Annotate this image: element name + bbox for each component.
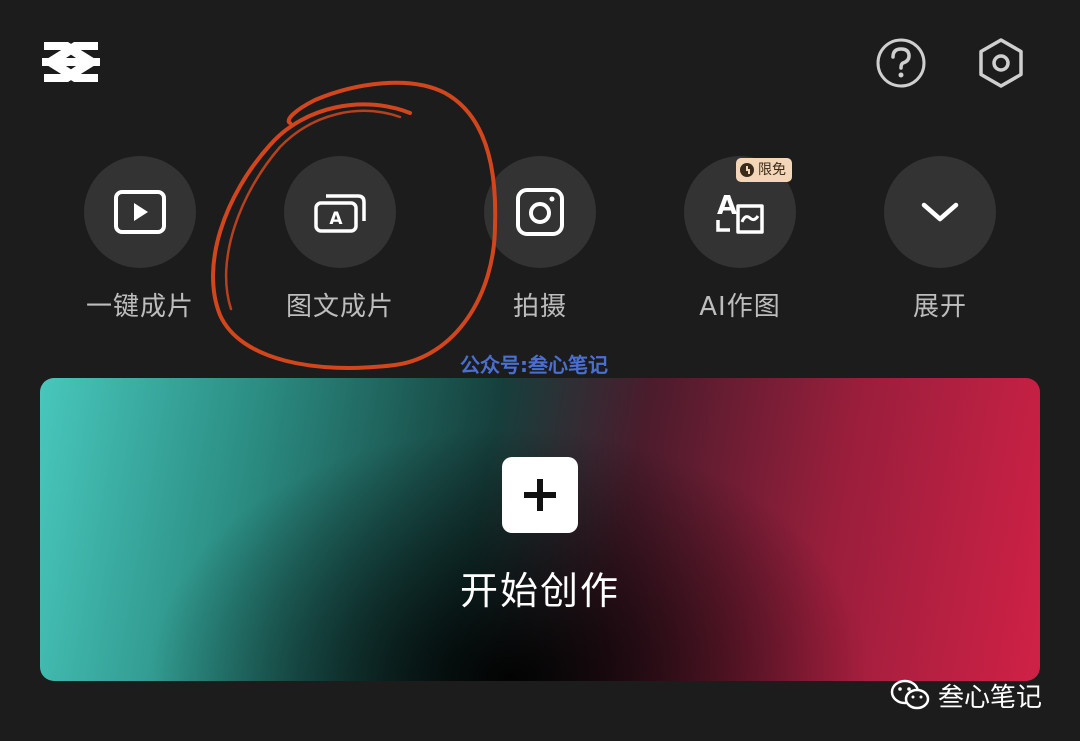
tool-expand-button[interactable]: [884, 156, 996, 268]
start-create-label: 开始创作: [459, 569, 620, 613]
clock-icon: [740, 163, 754, 177]
layered-image-text-icon: A: [314, 194, 366, 233]
chevron-down-icon: [921, 202, 959, 222]
svg-text:A: A: [329, 209, 343, 229]
camera-icon: [516, 188, 564, 236]
tool-label: 展开: [912, 292, 967, 322]
question-circle-icon[interactable]: [875, 37, 927, 89]
tool-shoot[interactable]: 拍摄: [440, 156, 640, 323]
tool-image-text-button[interactable]: A: [284, 156, 396, 268]
tool-label: 图文成片: [285, 292, 394, 322]
ai-translate-image-icon: A: [716, 191, 764, 234]
tool-label: 拍摄: [512, 292, 567, 322]
plus-icon: [524, 479, 556, 511]
tool-label: 一键成片: [85, 292, 194, 322]
hexagon-settings-icon[interactable]: [975, 37, 1027, 89]
free-badge: 限免: [736, 158, 792, 182]
footer-watermark-text: 叁心笔记: [938, 682, 1043, 713]
wechat-icon: [890, 679, 930, 710]
tool-row: 一键成片 A 图文成片 拍摄 A AI作图 展开: [0, 156, 1080, 326]
tool-expand[interactable]: 展开: [840, 156, 1040, 323]
tool-label: AI作图: [699, 292, 781, 322]
start-create-card[interactable]: 开始创作: [40, 378, 1040, 681]
tool-shoot-button[interactable]: [484, 156, 596, 268]
tool-one-click-button[interactable]: [84, 156, 196, 268]
tool-image-text[interactable]: A 图文成片: [240, 156, 440, 323]
tool-one-click[interactable]: 一键成片: [40, 156, 240, 323]
footer-watermark: 叁心笔记: [890, 675, 1042, 715]
free-badge-label: 限免: [758, 162, 786, 178]
play-square-icon: [114, 190, 166, 234]
capcut-logo-icon: [42, 42, 100, 82]
watermark-text: 公众号:叁心笔记: [460, 353, 608, 377]
plus-button[interactable]: [502, 457, 578, 533]
svg-text:A: A: [717, 191, 737, 221]
